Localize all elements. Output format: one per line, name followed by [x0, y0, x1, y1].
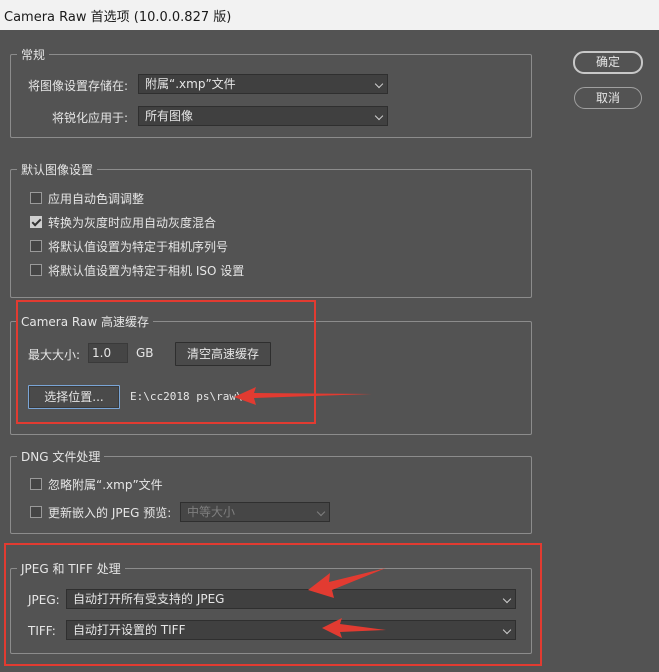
arrow-icon — [322, 618, 386, 638]
arrow-icon — [308, 568, 386, 598]
arrow-icon — [234, 387, 372, 405]
annotation-arrows — [234, 387, 386, 638]
